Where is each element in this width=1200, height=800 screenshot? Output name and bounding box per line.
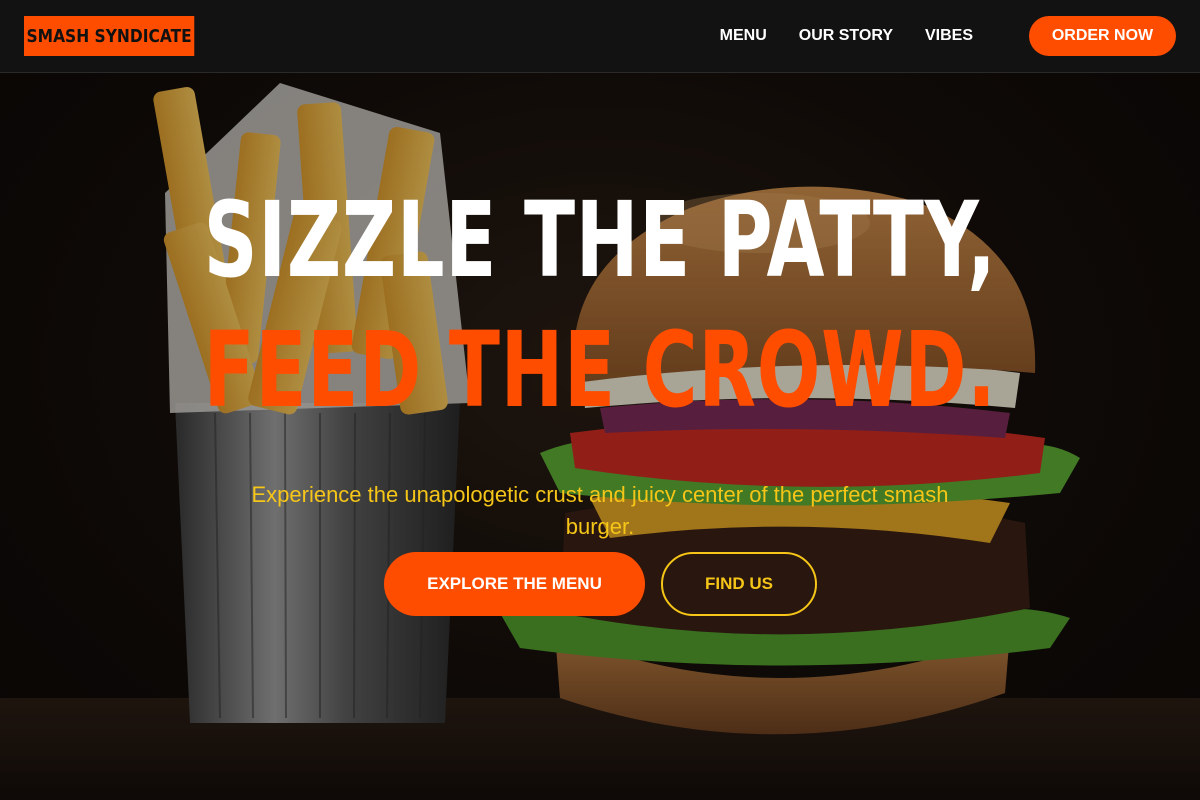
hero-headline-line2: FEED THE CROWD. — [203, 309, 997, 431]
nav-link-our-story[interactable]: OUR STORY — [799, 27, 893, 45]
order-now-button[interactable]: ORDER NOW — [1029, 16, 1176, 56]
main-nav: MENU OUR STORY VIBES ORDER NOW — [688, 16, 1176, 56]
site-header: SMASH SYNDICATE MENU OUR STORY VIBES ORD… — [0, 0, 1200, 73]
brand-logo[interactable]: SMASH SYNDICATE — [24, 16, 195, 56]
landing-page: SMASH SYNDICATE MENU OUR STORY VIBES ORD… — [0, 0, 1200, 800]
hero-tagline: Experience the unapologetic crust and ju… — [251, 482, 949, 539]
nav-link-vibes[interactable]: VIBES — [925, 27, 973, 45]
explore-menu-button[interactable]: EXPLORE THE MENU — [384, 552, 645, 616]
hero-headline-line1: SIZZLE THE PATTY, — [203, 179, 997, 301]
nav-link-menu[interactable]: MENU — [720, 27, 767, 45]
find-us-button[interactable]: FIND US — [661, 552, 817, 616]
hero-section: SIZZLE THE PATTY, FEED THE CROWD. Experi… — [0, 73, 1200, 800]
